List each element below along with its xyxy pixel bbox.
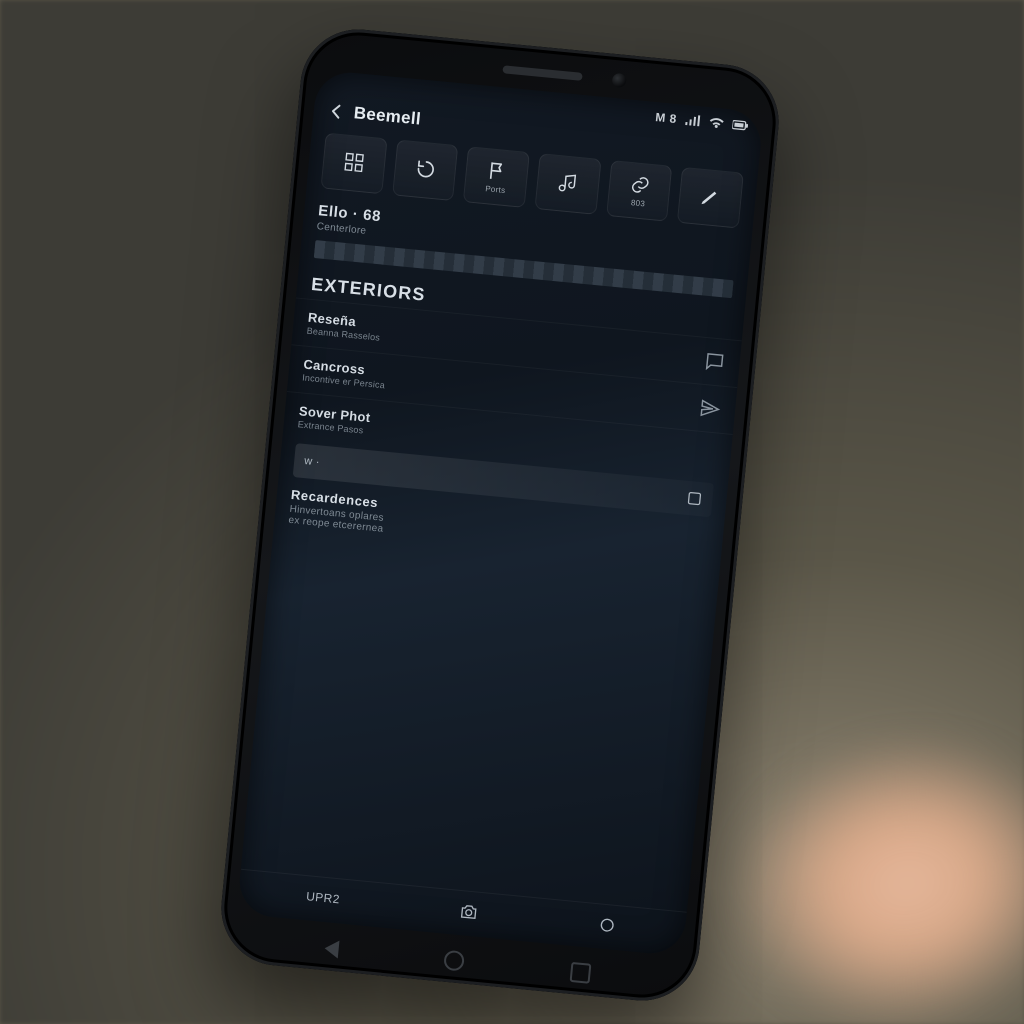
send-icon <box>698 397 722 421</box>
chat-icon <box>703 350 727 374</box>
hw-back-key[interactable] <box>323 939 339 958</box>
nav-more[interactable] <box>597 914 619 936</box>
nav-home[interactable]: UPR2 <box>306 889 341 906</box>
phone-body: M 8 Beemell <box>216 24 784 1006</box>
flag-icon <box>485 159 509 183</box>
circle-icon <box>597 914 619 936</box>
music-icon <box>556 170 580 194</box>
battery-icon <box>732 119 749 132</box>
nav-camera[interactable] <box>458 901 480 923</box>
screen: M 8 Beemell <box>237 69 764 956</box>
back-button[interactable] <box>327 102 347 122</box>
tile-edit[interactable] <box>677 167 744 229</box>
nav-label: UPR2 <box>306 889 341 906</box>
page-title: Beemell <box>353 103 422 129</box>
camera-icon <box>458 901 480 923</box>
tile-grid[interactable] <box>320 133 387 195</box>
tile-music[interactable] <box>535 153 602 215</box>
tile-stats[interactable]: 803 <box>606 160 673 222</box>
status-time: M 8 <box>655 110 678 126</box>
link-icon <box>628 173 652 197</box>
tile-refresh[interactable] <box>392 139 459 201</box>
square-icon <box>686 490 703 507</box>
tile-label: 803 <box>631 198 646 208</box>
refresh-icon <box>413 157 437 181</box>
grid-icon <box>342 150 366 174</box>
pencil-icon <box>699 184 723 208</box>
hw-recents-key[interactable] <box>569 962 591 984</box>
hw-home-key[interactable] <box>443 950 465 972</box>
tile-ports[interactable]: Ports <box>463 146 530 208</box>
tile-label: Ports <box>485 184 506 195</box>
signal-icon <box>684 114 701 127</box>
wifi-icon <box>708 116 725 129</box>
